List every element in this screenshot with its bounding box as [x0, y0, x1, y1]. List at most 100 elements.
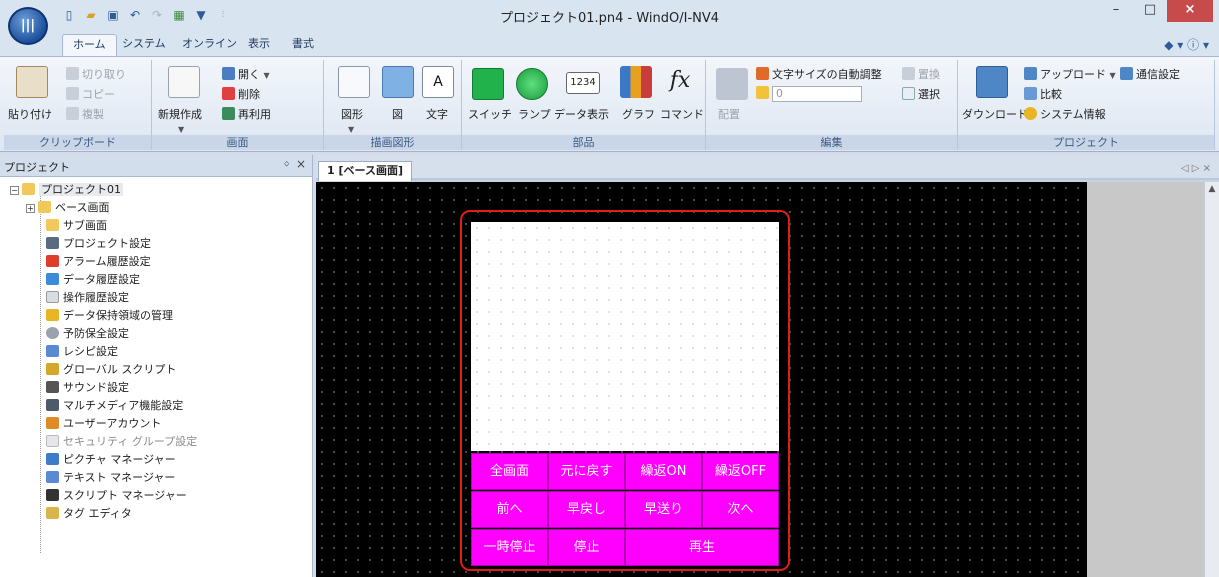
lamp-icon — [516, 68, 548, 100]
compare-button[interactable]: 比較 — [1024, 86, 1062, 102]
tab-online[interactable]: オンライン — [172, 34, 247, 56]
title-bar: ▯ ▰ ▣ ↶ ↷ ▦ ▼ ⫶ プロジェクト01.pn4 - WindO/I-N… — [0, 0, 1219, 30]
comm-icon — [1120, 67, 1133, 80]
maximize-button[interactable]: □ — [1133, 0, 1167, 22]
tree-node-tag-editor[interactable]: タグ エディタ — [46, 505, 132, 523]
spin-field[interactable]: 0 — [772, 86, 862, 102]
replace-button[interactable]: 置換 — [902, 66, 940, 82]
folder-icon — [46, 219, 59, 231]
tree-node-data-log[interactable]: データ履歴設定 — [46, 271, 140, 289]
comm-settings-button[interactable]: 通信設定 — [1120, 66, 1180, 82]
copy-icon — [66, 87, 79, 100]
scroll-up-icon[interactable]: ▲ — [1205, 184, 1219, 194]
tree-node-project[interactable]: − プロジェクト01 — [10, 181, 123, 199]
arrange-button[interactable]: 配置 — [718, 106, 740, 122]
system-info-button[interactable]: システム情報 — [1024, 106, 1106, 122]
command-button[interactable]: コマンド — [660, 106, 704, 122]
tree-node-project-settings[interactable]: プロジェクト設定 — [46, 235, 151, 253]
pane-close-button[interactable]: × — [296, 157, 306, 171]
paste-icon — [16, 66, 48, 98]
shape-button[interactable]: 図形 — [341, 106, 363, 122]
help-icon[interactable]: ◆ ▾ ⓘ ▾ — [1164, 36, 1209, 53]
text-manager-icon — [46, 471, 59, 483]
stop-button[interactable]: 停止 — [548, 529, 625, 566]
pause-button[interactable]: 一時停止 — [471, 529, 548, 566]
tree-node-sub-screen[interactable]: サブ画面 — [46, 217, 107, 235]
duplicate-button[interactable]: 複製 — [66, 106, 104, 122]
tree-node-picture-manager[interactable]: ピクチャ マネージャー — [46, 451, 176, 469]
fast-forward-button[interactable]: 早送り — [625, 491, 702, 528]
data-log-icon — [46, 273, 59, 285]
collapse-icon[interactable]: − — [10, 186, 19, 195]
clipboard-group: 貼り付け 切り取り コピー 複製 クリップボード — [4, 60, 152, 150]
tree-node-alarm-log[interactable]: アラーム履歴設定 — [46, 253, 151, 271]
reuse-screen-button[interactable]: 再利用 — [222, 106, 271, 122]
repeat-off-button[interactable]: 繰返OFF — [702, 453, 779, 490]
project-pane-header: プロジェクト ᛜ × — [0, 155, 312, 177]
tab-base-screen[interactable]: 1 [ベース画面] — [318, 161, 412, 181]
pin-icon[interactable]: ᛜ — [283, 158, 290, 171]
info-icon — [1024, 107, 1037, 120]
graph-icon — [620, 66, 652, 98]
script-manager-icon — [46, 489, 59, 501]
download-button[interactable]: ダウンロード — [962, 106, 1028, 122]
ribbon: 貼り付け 切り取り コピー 複製 クリップボード 新規作成 ▼ 開く ▼ 削除 … — [0, 56, 1219, 152]
arrange-icon — [716, 68, 748, 100]
paste-button[interactable]: 貼り付け — [8, 106, 52, 122]
next-button[interactable]: 次へ — [702, 491, 779, 528]
minimize-button[interactable]: – — [1099, 0, 1133, 22]
tree-node-multimedia[interactable]: マルチメディア機能設定 — [46, 397, 183, 415]
parts-group: スイッチ ランプ 1234 データ表示 グラフ fx コマンド 部品 — [462, 60, 706, 150]
graph-button[interactable]: グラフ — [622, 106, 655, 122]
repeat-on-button[interactable]: 繰返ON — [625, 453, 702, 490]
cut-button[interactable]: 切り取り — [66, 66, 126, 82]
new-screen-button[interactable]: 新規作成 — [158, 106, 202, 122]
window-title: プロジェクト01.pn4 - WindO/I-NV4 — [499, 11, 720, 26]
tree-node-sound[interactable]: サウンド設定 — [46, 379, 129, 397]
delete-screen-button[interactable]: 削除 — [222, 86, 260, 102]
data-display-button[interactable]: データ表示 — [554, 106, 609, 122]
document-nav[interactable]: ◁ ▷ × — [1181, 163, 1211, 174]
play-button[interactable]: 再生 — [625, 529, 779, 566]
tab-home[interactable]: ホーム — [62, 34, 117, 56]
lamp-button[interactable]: ランプ — [518, 106, 551, 122]
compare-icon — [1024, 87, 1037, 100]
fullscreen-button[interactable]: 全画面 — [471, 453, 548, 490]
tab-format[interactable]: 書式 — [282, 34, 324, 56]
picture-button[interactable]: 図 — [392, 106, 403, 122]
copy-button[interactable]: コピー — [66, 86, 115, 102]
tree-node-user-account[interactable]: ユーザーアカウント — [46, 415, 161, 433]
delete-icon — [222, 87, 235, 100]
auto-font-size-button[interactable]: 文字サイズの自動調整 — [756, 66, 882, 82]
tree-node-script-manager[interactable]: スクリプト マネージャー — [46, 487, 187, 505]
tree-node-text-manager[interactable]: テキスト マネージャー — [46, 469, 175, 487]
picture-manager-icon — [46, 453, 59, 465]
tree-node-data-retention[interactable]: データ保持領域の管理 — [46, 307, 173, 325]
upload-button[interactable]: アップロード ▼ — [1024, 66, 1116, 82]
tree-node-operation-log[interactable]: 操作履歴設定 — [46, 289, 129, 307]
switch-button[interactable]: スイッチ — [468, 106, 512, 122]
screen-canvas[interactable]: 全画面 元に戻す 繰返ON 繰返OFF 前へ 早戻し 早送り 次へ 一時停止 停… — [316, 182, 1087, 577]
tab-system[interactable]: システム — [112, 34, 176, 56]
replace-icon — [902, 67, 915, 80]
text-button[interactable]: 文字 — [426, 106, 448, 122]
previous-button[interactable]: 前へ — [471, 491, 548, 528]
layer-icon — [756, 86, 769, 99]
tree-node-global-script[interactable]: グローバル スクリプト — [46, 361, 176, 379]
tree-node-base-screen[interactable]: + ベース画面 — [26, 199, 109, 217]
vertical-scrollbar[interactable]: ▲ — [1204, 182, 1219, 577]
close-button[interactable]: × — [1167, 0, 1213, 22]
open-screen-button[interactable]: 開く ▼ — [222, 66, 270, 82]
tree-node-security-group[interactable]: セキュリティ グループ設定 — [46, 433, 197, 451]
auto-font-icon — [756, 67, 769, 80]
app-menu-button[interactable]: ||| — [8, 7, 48, 45]
expand-icon[interactable]: + — [26, 204, 35, 213]
new-screen-icon — [168, 66, 200, 98]
tree-node-maintenance[interactable]: 予防保全設定 — [46, 325, 129, 343]
rewind-button[interactable]: 早戻し — [548, 491, 625, 528]
restore-button[interactable]: 元に戻す — [548, 453, 625, 490]
tab-view[interactable]: 表示 — [238, 34, 280, 56]
tree-node-recipe[interactable]: レシピ設定 — [46, 343, 118, 361]
select-button[interactable]: 選択 — [902, 86, 940, 102]
media-display-area[interactable] — [471, 222, 779, 451]
